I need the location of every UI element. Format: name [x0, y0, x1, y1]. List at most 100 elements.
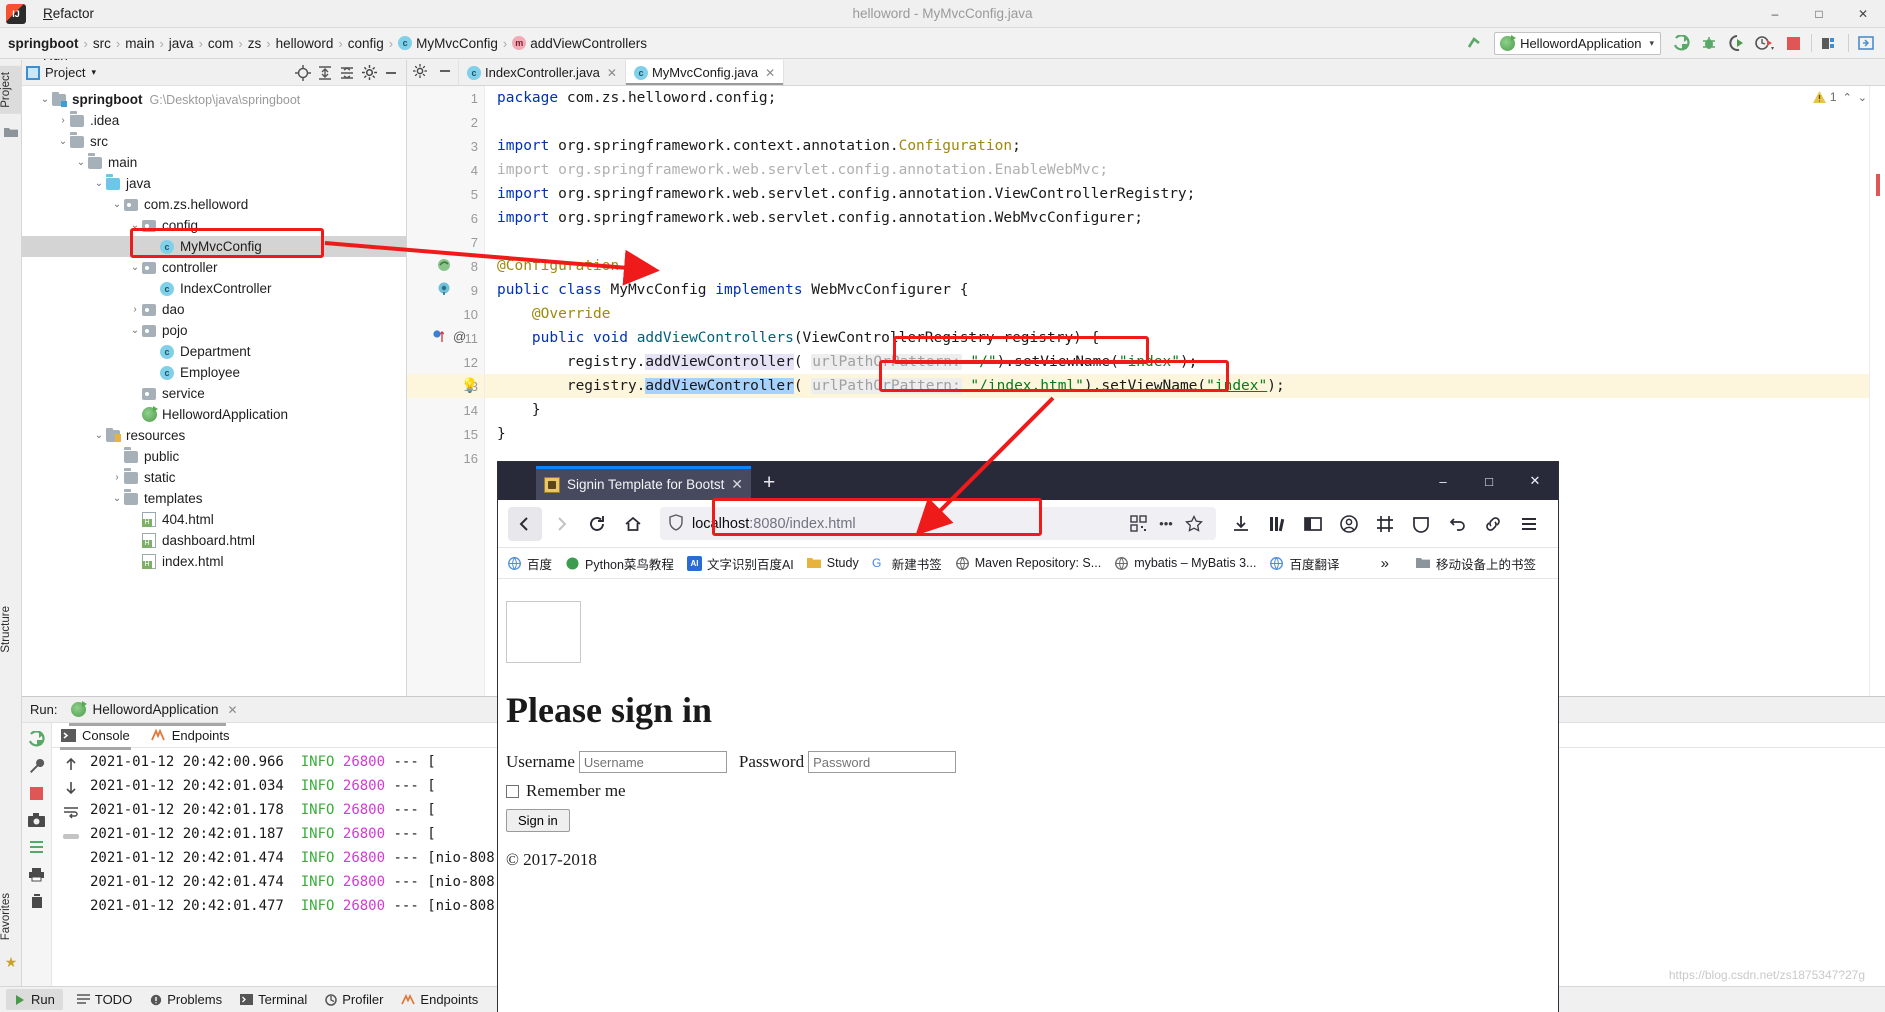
screenshot-icon[interactable] — [1368, 507, 1402, 541]
breadcrumb-item-main[interactable]: main — [125, 36, 154, 51]
code-line-4[interactable]: import org.springframework.web.servlet.c… — [485, 158, 1869, 182]
gutter-line-3[interactable]: 3 — [407, 134, 484, 158]
tree-item-springboot[interactable]: ⌄ springboot G:\Desktop\java\springboot — [22, 89, 406, 110]
breadcrumb-item-config[interactable]: config — [348, 36, 384, 51]
close-button[interactable]: ✕ — [1841, 0, 1885, 28]
menu-refactor[interactable]: Refactor — [34, 3, 105, 24]
sign-in-button[interactable]: Sign in — [506, 809, 570, 832]
password-input[interactable] — [808, 751, 957, 773]
status-item-profiler[interactable]: Profiler — [325, 992, 383, 1007]
forward-icon[interactable] — [544, 507, 578, 541]
more-icon[interactable]: ••• — [1152, 510, 1180, 538]
status-item-todo[interactable]: TODO — [76, 992, 132, 1007]
gutter-line-8[interactable]: 8 — [407, 254, 484, 278]
breadcrumb-item-src[interactable]: src — [93, 36, 111, 51]
project-structure-icon[interactable] — [1817, 31, 1843, 55]
chevron-down-icon[interactable]: ⌄ — [110, 493, 124, 504]
soft-wrap-icon[interactable] — [60, 800, 82, 824]
undo-icon[interactable] — [1440, 507, 1474, 541]
remember-me-checkbox[interactable] — [506, 784, 519, 798]
profile-icon[interactable] — [1752, 31, 1778, 55]
gutter-line-11[interactable]: @11 — [407, 326, 484, 350]
gutter-line-12[interactable]: 12 — [407, 350, 484, 374]
gutter-line-14[interactable]: 14 — [407, 398, 484, 422]
qrcode-icon[interactable] — [1124, 510, 1152, 538]
chevron-down-icon[interactable]: ⌄ — [128, 325, 142, 336]
close-icon[interactable]: ✕ — [228, 703, 238, 717]
chevron-down-icon[interactable]: ⌄ — [110, 199, 124, 210]
close-icon[interactable]: ✕ — [607, 66, 617, 80]
downloads-icon[interactable] — [1224, 507, 1258, 541]
locate-icon[interactable] — [292, 63, 314, 83]
chevron-down-icon[interactable]: ⌄ — [74, 157, 88, 168]
wrench-icon[interactable] — [26, 754, 48, 778]
editor-tab-indexcontroller-java[interactable]: c IndexController.java ✕ — [459, 60, 626, 85]
scroll-down-icon[interactable] — [60, 776, 82, 800]
tool-tab-project[interactable]: Project — [0, 66, 22, 114]
trash-icon[interactable] — [26, 889, 48, 913]
new-tab-button[interactable]: + — [763, 471, 775, 495]
tree-item-mymvcconfig[interactable]: c MyMvcConfig — [22, 236, 406, 257]
code-line-5[interactable]: import org.springframework.web.servlet.c… — [485, 182, 1869, 206]
url-text[interactable]: localhost:8080/index.html — [692, 516, 1124, 532]
chevron-down-icon[interactable]: ⌄ — [128, 262, 142, 273]
bookmark-item[interactable]: AI 文字识别百度AI — [686, 554, 794, 573]
run-with-coverage-icon[interactable] — [1724, 31, 1750, 55]
gutter-line-2[interactable]: 2 — [407, 110, 484, 134]
chevron-down-icon[interactable]: ⌄ — [92, 178, 106, 189]
code-line-7[interactable] — [485, 230, 1869, 254]
console-tab-endpoints[interactable]: Endpoints — [149, 725, 231, 746]
bookmarks-overflow-button[interactable]: » — [1381, 555, 1389, 572]
settings-gear-icon[interactable] — [412, 64, 427, 81]
debug-icon[interactable] — [1696, 31, 1722, 55]
chevron-down-icon[interactable]: ⌄ — [56, 136, 70, 147]
scroll-up-icon[interactable] — [60, 752, 82, 776]
tree-item-dashboard-html[interactable]: dashboard.html — [22, 530, 406, 551]
library-icon[interactable] — [1260, 507, 1294, 541]
tree-item-static[interactable]: › static — [22, 467, 406, 488]
hide-panel-icon[interactable] — [438, 64, 452, 81]
gutter-line-4[interactable]: 4 — [407, 158, 484, 182]
minimize-button[interactable]: – — [1753, 0, 1797, 28]
menu-icon[interactable] — [1512, 507, 1546, 541]
remember-me-row[interactable]: Remember me — [506, 781, 1558, 801]
tree-item-config[interactable]: ⌄ config — [22, 215, 406, 236]
breadcrumb-item-zs[interactable]: zs — [248, 36, 262, 51]
address-bar[interactable]: localhost:8080/index.html ••• — [660, 507, 1216, 540]
code-line-2[interactable] — [485, 110, 1869, 134]
chevron-down-icon[interactable]: ⌄ — [92, 430, 106, 441]
tree-item-java[interactable]: ⌄ java — [22, 173, 406, 194]
close-icon[interactable]: ✕ — [765, 66, 775, 80]
bookmark-mobile-folder[interactable]: 移动设备上的书签 — [1416, 554, 1536, 573]
tree-item-indexcontroller[interactable]: c IndexController — [22, 278, 406, 299]
gutter-line-15[interactable]: 15 — [407, 422, 484, 446]
gutter-line-9[interactable]: 9 — [407, 278, 484, 302]
settings-gear-icon[interactable] — [358, 63, 380, 83]
gutter-line-13[interactable]: 💡 13 — [407, 374, 484, 398]
build-arrow-icon[interactable] — [1461, 31, 1487, 55]
status-item-terminal[interactable]: Terminal — [240, 992, 307, 1007]
shield-icon[interactable] — [668, 513, 684, 534]
gutter-line-1[interactable]: 1 — [407, 86, 484, 110]
run-configuration-selector[interactable]: HellowordApplication ▾ — [1494, 31, 1661, 55]
status-item-run[interactable]: Run — [6, 989, 63, 1010]
code-line-1[interactable]: package com.zs.helloword.config; — [485, 86, 1869, 110]
pocket-icon[interactable] — [1404, 507, 1438, 541]
chevron-right-icon[interactable]: › — [110, 472, 124, 483]
code-line-13[interactable]: registry.addViewController( urlPathOrPat… — [485, 374, 1869, 398]
chevron-down-icon[interactable]: ⌄ — [38, 94, 52, 105]
tree-item-hellowordapplication[interactable]: HellowordApplication — [22, 404, 406, 425]
code-line-6[interactable]: import org.springframework.web.servlet.c… — [485, 206, 1869, 230]
tool-tab-favorites[interactable]: Favorites — [0, 887, 22, 946]
minimize-button[interactable]: – — [1420, 462, 1466, 500]
tree-item-public[interactable]: public — [22, 446, 406, 467]
code-line-12[interactable]: registry.addViewController( urlPathOrPat… — [485, 350, 1869, 374]
gutter-line-6[interactable]: 6 — [407, 206, 484, 230]
chevron-down-icon[interactable]: ⌄ — [128, 220, 142, 231]
rerun-icon[interactable] — [26, 727, 48, 751]
code-line-11[interactable]: public void addViewControllers(ViewContr… — [485, 326, 1869, 350]
bookmark-item[interactable]: G 新建书签 — [872, 554, 942, 573]
home-icon[interactable] — [616, 507, 650, 541]
chevron-down-icon[interactable]: ⌄ — [1858, 91, 1867, 104]
bookmark-item[interactable]: Study — [807, 556, 859, 571]
